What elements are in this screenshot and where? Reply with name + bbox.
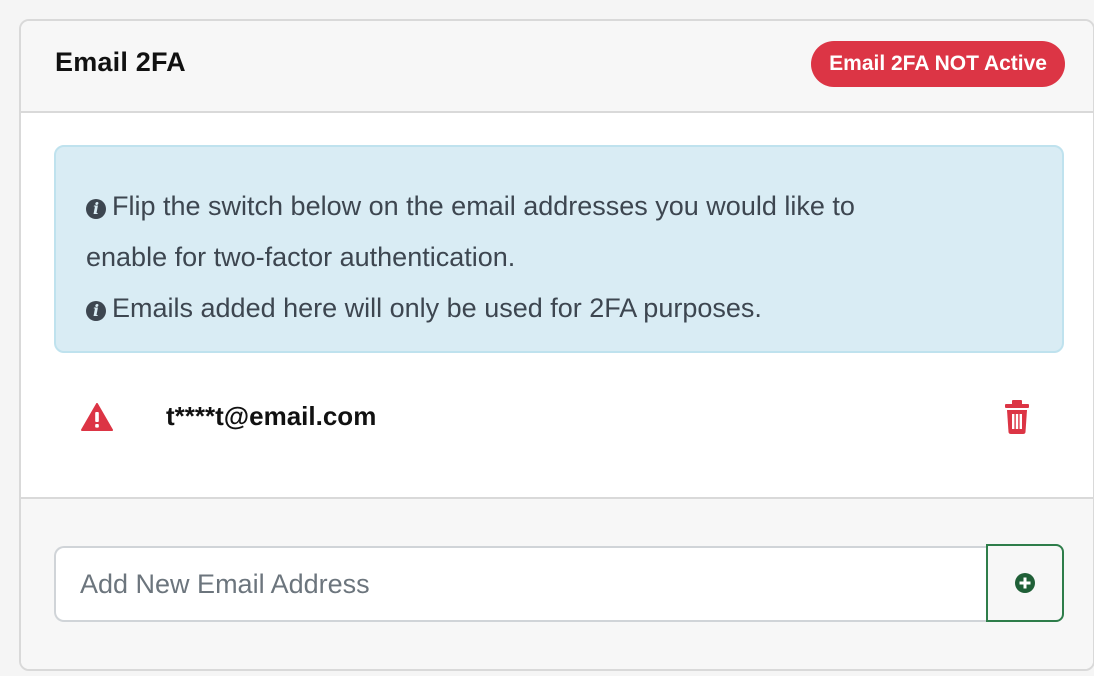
info-text-1: Flip the switch below on the email addre…	[112, 191, 855, 221]
info-alert: i Flip the switch below on the email addr…	[54, 145, 1064, 353]
info-icon: i	[86, 301, 106, 321]
card-body: i Flip the switch below on the email addr…	[21, 113, 1093, 499]
email-2fa-card: Email 2FA Email 2FA NOT Active i Flip the…	[19, 19, 1094, 671]
email-address: t****t@email.com	[166, 401, 377, 431]
info-line-1b: enable for two-factor authentication.	[86, 242, 516, 272]
card-header: Email 2FA Email 2FA NOT Active	[21, 21, 1093, 113]
email-list-item: t****t@email.com	[21, 383, 1093, 473]
new-email-input[interactable]	[54, 546, 987, 622]
trash-icon	[1005, 400, 1029, 434]
plus-circle-icon	[1015, 573, 1035, 593]
card-title: Email 2FA	[55, 47, 186, 77]
card-footer	[21, 499, 1093, 669]
add-email-input-group	[54, 544, 1064, 622]
info-line-1: i Flip the switch below on the email addr…	[86, 181, 1032, 232]
info-line-2: i Emails added here will only be used for…	[86, 283, 1032, 334]
info-text-2: Emails added here will only be used for …	[112, 293, 762, 323]
status-badge: Email 2FA NOT Active	[811, 41, 1065, 87]
page: Email 2FA Email 2FA NOT Active i Flip the…	[0, 0, 1094, 676]
add-email-button[interactable]	[986, 544, 1064, 622]
info-icon: i	[86, 199, 106, 219]
warning-icon	[81, 403, 113, 431]
delete-email-button[interactable]	[1001, 399, 1033, 435]
